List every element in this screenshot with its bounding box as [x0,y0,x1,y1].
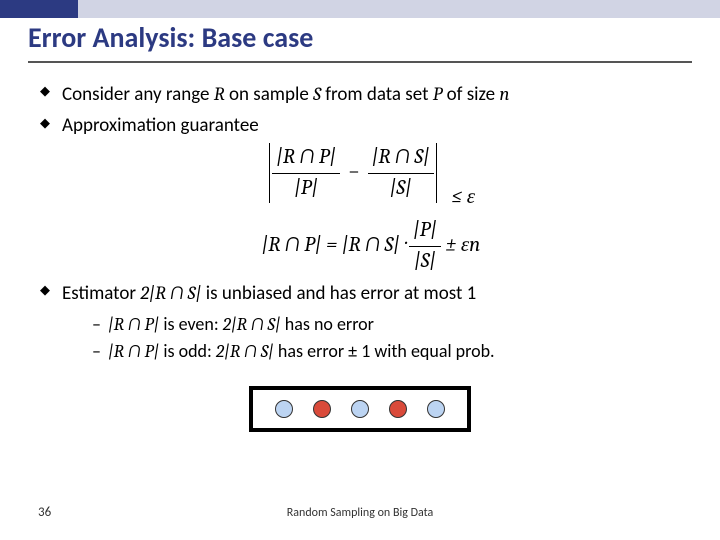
numerator: |P| [409,216,441,246]
equation-1: |R ∩ P| |P| − |R ∩ S| |S| ≤ ε [62,143,680,212]
denominator: |P| [272,174,340,203]
expr: |R ∩ P| [108,341,159,362]
bullet-list: Consider any range R on sample S from da… [40,81,680,364]
sub-bullet-1: |R ∩ P| is even: 2|R ∩ S| has no error [92,312,680,337]
text: on sample [225,83,313,106]
frac-2: |R ∩ S| |S| [368,143,434,203]
text: is unbiased and has error at most 1 [201,282,476,305]
expr: 2|R ∩ S| [223,314,281,335]
var-R: R [214,83,225,105]
dot-icon [389,400,407,418]
text: of size [442,83,499,106]
text: Estimator [62,282,140,305]
expr: 2|R ∩ S| [216,341,274,362]
numerator: |R ∩ S| [368,143,434,173]
abs-outer: |R ∩ P| |P| − |R ∩ S| |S| [267,143,439,203]
slide-title: Error Analysis: Base case [28,20,692,55]
bullet-1: Consider any range R on sample S from da… [40,81,680,109]
text: from data set [321,83,433,106]
title-wrap: Error Analysis: Base case [0,18,720,59]
dots-diagram [40,386,680,432]
rhs: ≤ ε [452,185,475,209]
text: Consider any range [62,83,214,106]
minus: − [348,158,360,187]
estimator: 2|R ∩ S| [140,282,201,304]
denominator: |S| [409,247,441,276]
lhs: |R ∩ P| = |R ∩ S| · [262,233,410,257]
dots-box [249,386,471,432]
header-bar [0,0,720,18]
frac-3: |P| |S| [409,216,441,276]
var-S: S [313,83,321,105]
expr: |R ∩ P| [108,314,159,335]
denominator: |S| [368,174,434,203]
text: is odd: [159,340,216,362]
numerator: |R ∩ P| [272,143,340,173]
dot-icon [275,400,293,418]
sub-bullet-list: |R ∩ P| is even: 2|R ∩ S| has no error |… [92,312,680,364]
content: Consider any range R on sample S from da… [0,63,720,432]
bullet-3: Estimator 2|R ∩ S| is unbiased and has e… [40,280,680,364]
header-accent [0,0,78,18]
equation-2: |R ∩ P| = |R ∩ S| · |P| |S| ± εn [62,216,680,276]
bullet-2: Approximation guarantee |R ∩ P| |P| − |R… [40,113,680,277]
frac-1: |R ∩ P| |P| [272,143,340,203]
var-n: n [499,83,509,105]
text: Approximation guarantee [62,114,259,137]
var-P: P [433,83,443,105]
tail: ± εn [446,233,481,257]
dot-icon [351,400,369,418]
dot-icon [313,400,331,418]
slide: Error Analysis: Base case Consider any r… [0,0,720,540]
text: is even: [159,313,222,335]
text: has no error [281,313,374,335]
dot-icon [427,400,445,418]
sub-bullet-2: |R ∩ P| is odd: 2|R ∩ S| has error ± 1 w… [92,339,680,364]
text: has error ± 1 with equal prob. [274,340,495,362]
footer-text: Random Sampling on Big Data [0,506,720,520]
